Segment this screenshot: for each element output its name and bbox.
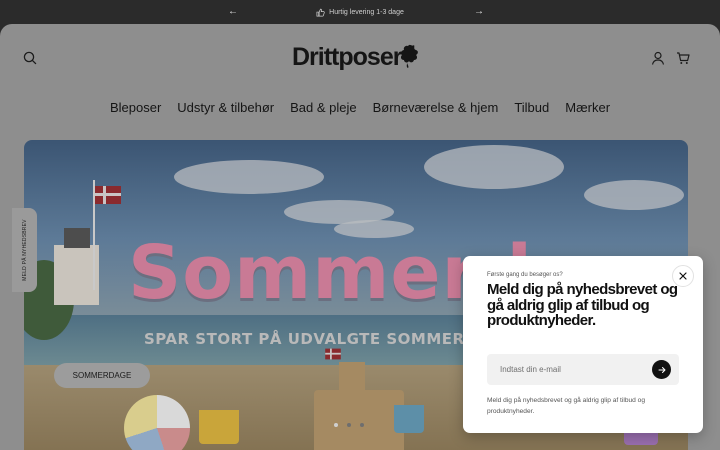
- main-navigation: Bleposer Udstyr & tilbehør Bad & pleje B…: [0, 100, 720, 115]
- announcement-prev-arrow-icon[interactable]: ←: [227, 6, 239, 18]
- cloud-shape: [174, 160, 324, 194]
- danish-flag-icon: [95, 186, 121, 204]
- popup-eyebrow: Første gang du besøger os?: [487, 272, 563, 278]
- newsletter-side-tab[interactable]: MELD PÅ NYHEDSBREV: [12, 208, 37, 292]
- slider-dot-1[interactable]: [334, 423, 338, 427]
- announcement-message: Hurtig levering 1-3 dage: [316, 8, 404, 17]
- nav-item-boernevaerelse-hjem[interactable]: Børneværelse & hjem: [373, 100, 499, 115]
- house-roof-shape: [64, 228, 90, 248]
- newsletter-popup: Første gang du besøger os? Meld dig på n…: [463, 256, 703, 433]
- nav-item-bad-pleje[interactable]: Bad & pleje: [290, 100, 357, 115]
- logo-splat-icon: [401, 44, 419, 68]
- email-field[interactable]: [487, 354, 647, 385]
- hero-subtitle: SPAR STORT PÅ UDVALGTE SOMMER: [144, 330, 465, 348]
- slider-dots: [334, 423, 364, 427]
- logo-text: Drittposer: [292, 42, 402, 71]
- slider-dot-2[interactable]: [347, 423, 351, 427]
- hero-cta-button[interactable]: SOMMERDAGE: [54, 363, 150, 388]
- announcement-bar: ← Hurtig levering 1-3 dage →: [0, 0, 720, 24]
- sandcastle-tower-shape: [339, 362, 365, 394]
- submit-button[interactable]: [652, 360, 671, 379]
- nav-item-tilbud[interactable]: Tilbud: [514, 100, 549, 115]
- popup-fine-print: Meld dig på nyhedsbrevet og gå aldrig gl…: [487, 397, 645, 415]
- announcement-text: Hurtig levering 1-3 dage: [329, 8, 404, 16]
- cloud-shape: [584, 180, 684, 210]
- danish-flag-icon: [325, 348, 341, 360]
- email-field-wrapper: [487, 354, 679, 385]
- shopping-bag-icon[interactable]: [675, 50, 691, 66]
- site-logo[interactable]: Drittposer: [292, 40, 420, 74]
- nav-item-udstyr-tilbehoer[interactable]: Udstyr & tilbehør: [177, 100, 274, 115]
- nav-item-bleposer[interactable]: Bleposer: [110, 100, 161, 115]
- sandcastle-shape: [314, 390, 404, 450]
- watering-can-shape: [394, 405, 424, 433]
- slider-dot-3[interactable]: [360, 423, 364, 427]
- user-icon[interactable]: [650, 50, 666, 66]
- side-tab-label: MELD PÅ NYHEDSBREV: [21, 219, 28, 281]
- arrow-right-icon: [658, 366, 665, 373]
- popup-heading: Meld dig på nyhedsbrevet og gå aldrig gl…: [487, 281, 678, 329]
- announcement-next-arrow-icon[interactable]: →: [473, 6, 485, 18]
- cloud-shape: [424, 145, 564, 189]
- thumbs-up-icon: [316, 8, 325, 16]
- bucket-shape: [199, 410, 239, 444]
- close-icon: [679, 272, 687, 280]
- nav-item-maerker[interactable]: Mærker: [565, 100, 610, 115]
- search-icon[interactable]: [22, 50, 38, 66]
